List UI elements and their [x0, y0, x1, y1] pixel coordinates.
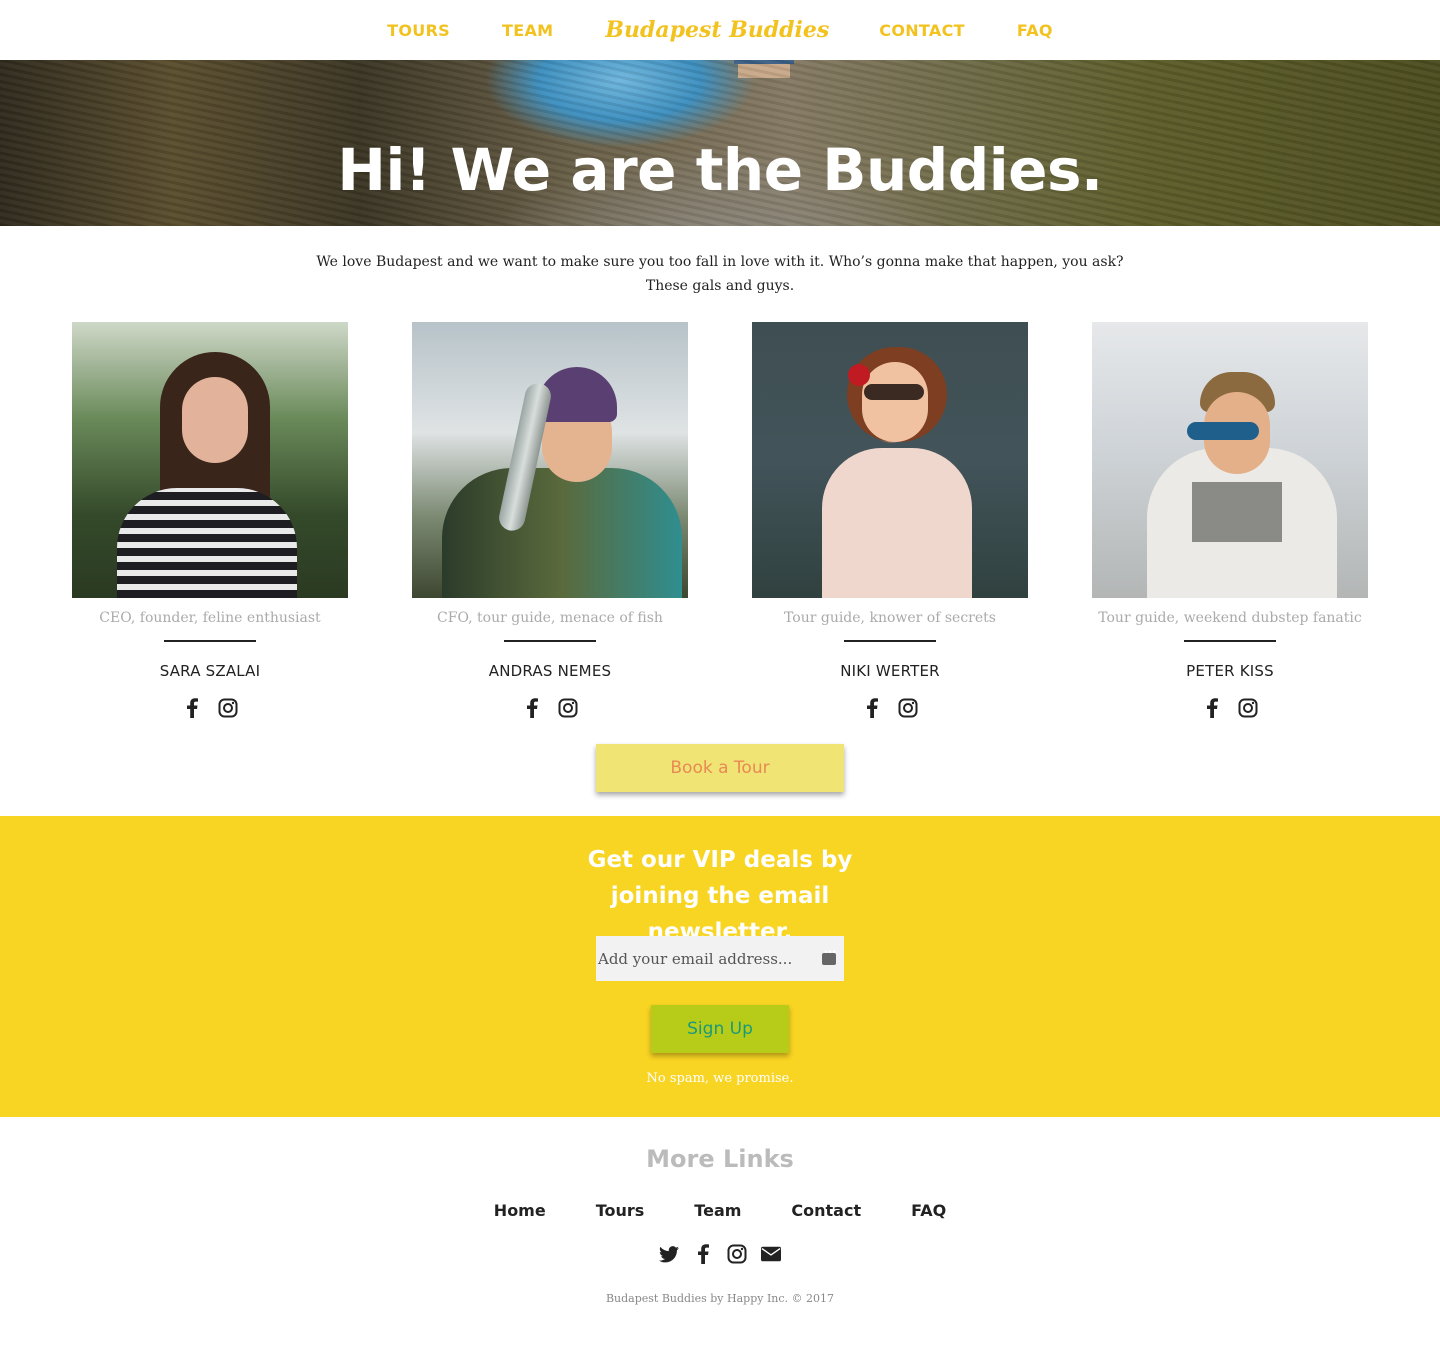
- divider: [1184, 640, 1276, 642]
- member-socials: [72, 698, 348, 718]
- instagram-icon[interactable]: [1238, 698, 1258, 718]
- footer-socials: [0, 1244, 1440, 1264]
- footer-links: Home Tours Team Contact FAQ: [0, 1201, 1440, 1220]
- divider: [504, 640, 596, 642]
- team-member-card: Tour guide, knower of secrets NIKI WERTE…: [752, 322, 1028, 718]
- divider: [844, 640, 936, 642]
- brand-logo[interactable]: Budapest Buddies: [605, 17, 829, 43]
- instagram-icon[interactable]: [727, 1244, 747, 1264]
- instagram-icon[interactable]: [898, 698, 918, 718]
- footer-link-contact[interactable]: Contact: [791, 1201, 861, 1220]
- team-member-card: CEO, founder, feline enthusiast SARA SZA…: [72, 322, 348, 718]
- hero-banner: Hi! We are the Buddies.: [0, 60, 1440, 226]
- nav-link-faq[interactable]: FAQ: [1017, 21, 1053, 40]
- member-socials: [412, 698, 688, 718]
- intro-line-2: These gals and guys.: [645, 278, 795, 294]
- twitter-icon[interactable]: [659, 1244, 679, 1264]
- email-placeholder: Add your email address...: [598, 949, 793, 968]
- instagram-icon[interactable]: [558, 698, 578, 718]
- team-member-card: CFO, tour guide, menace of fish ANDRAS N…: [412, 322, 688, 718]
- facebook-icon[interactable]: [1202, 698, 1222, 718]
- envelope-icon[interactable]: [761, 1244, 781, 1264]
- no-spam-note: No spam, we promise.: [646, 1071, 794, 1086]
- footer-link-tours[interactable]: Tours: [596, 1201, 645, 1220]
- member-role: Tour guide, knower of secrets: [784, 610, 996, 626]
- team-member-card: Tour guide, weekend dubstep fanatic PETE…: [1092, 322, 1368, 718]
- hero-title: Hi! We are the Buddies.: [337, 136, 1103, 204]
- member-photo: [412, 322, 688, 598]
- member-photo: [1092, 322, 1368, 598]
- email-field[interactable]: Add your email address...: [596, 936, 844, 981]
- facebook-icon[interactable]: [182, 698, 202, 718]
- intro-line-1: We love Budapest and we want to make sur…: [316, 254, 1124, 270]
- divider: [164, 640, 256, 642]
- book-tour-button[interactable]: Book a Tour: [596, 744, 844, 792]
- newsletter-title: Get our VIP deals by joining the email n…: [587, 847, 853, 945]
- top-nav: TOURS TEAM Budapest Buddies CONTACT FAQ: [0, 0, 1440, 60]
- autofill-icon[interactable]: [822, 948, 836, 965]
- nav-link-contact[interactable]: CONTACT: [879, 21, 965, 40]
- footer: More Links Home Tours Team Contact FAQ B…: [0, 1117, 1440, 1347]
- member-name: NIKI WERTER: [840, 662, 940, 680]
- hero-photo-figure: [734, 60, 794, 78]
- member-photo: [72, 322, 348, 598]
- facebook-icon[interactable]: [862, 698, 882, 718]
- footer-link-home[interactable]: Home: [494, 1201, 546, 1220]
- member-name: SARA SZALAI: [159, 662, 261, 680]
- footer-link-team[interactable]: Team: [694, 1201, 741, 1220]
- nav-link-team[interactable]: TEAM: [502, 21, 553, 40]
- member-photo: [752, 322, 1028, 598]
- member-name: ANDRAS NEMES: [488, 662, 612, 680]
- member-socials: [1092, 698, 1368, 718]
- instagram-icon[interactable]: [218, 698, 238, 718]
- nav-link-tours[interactable]: TOURS: [387, 21, 450, 40]
- facebook-icon[interactable]: [693, 1244, 713, 1264]
- member-role: CFO, tour guide, menace of fish: [437, 610, 663, 626]
- newsletter-section: Get our VIP deals by joining the email n…: [0, 816, 1440, 1117]
- member-role: Tour guide, weekend dubstep fanatic: [1098, 610, 1362, 626]
- sign-up-button[interactable]: Sign Up: [651, 1005, 789, 1053]
- copyright: Budapest Buddies by Happy Inc. © 2017: [605, 1292, 835, 1305]
- member-name: PETER KISS: [1186, 662, 1274, 680]
- footer-heading: More Links: [646, 1145, 794, 1173]
- team-section: CEO, founder, feline enthusiast SARA SZA…: [0, 322, 1440, 722]
- member-socials: [752, 698, 1028, 718]
- footer-link-faq[interactable]: FAQ: [911, 1201, 946, 1220]
- member-role: CEO, founder, feline enthusiast: [99, 610, 321, 626]
- intro-text: We love Budapest and we want to make sur…: [0, 250, 1440, 298]
- facebook-icon[interactable]: [522, 698, 542, 718]
